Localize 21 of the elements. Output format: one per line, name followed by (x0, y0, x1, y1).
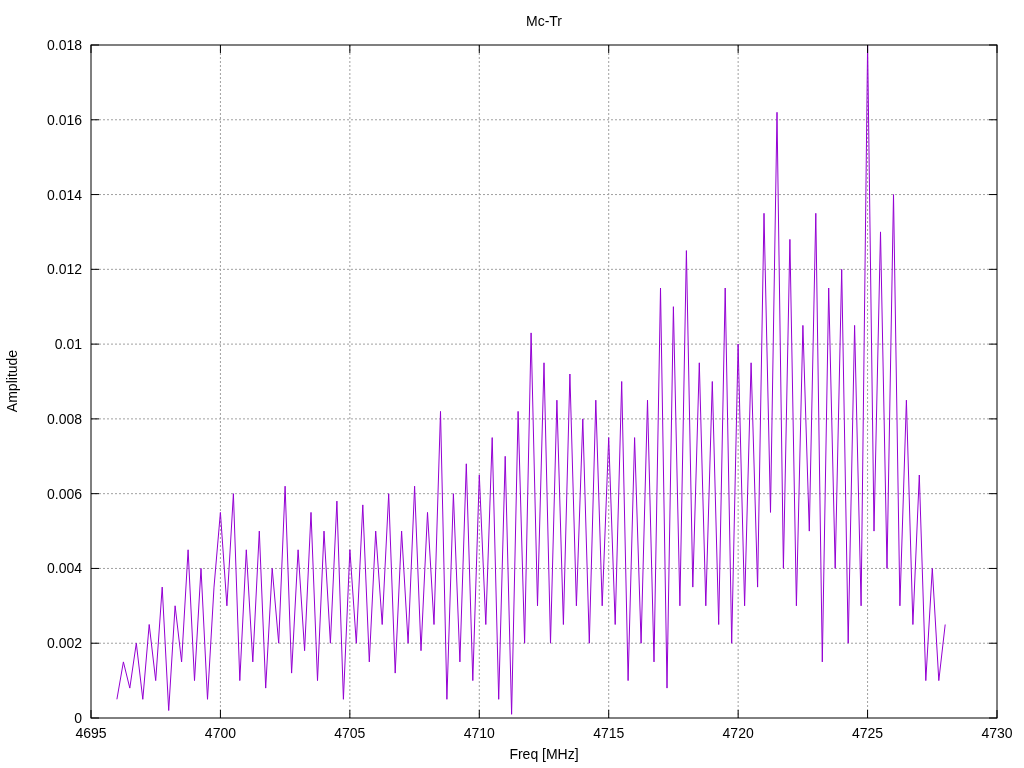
tick-label: 4715 (593, 725, 625, 741)
tick-label: 0 (74, 710, 82, 726)
tick-label: 4720 (722, 725, 754, 741)
tick-label: 0.014 (46, 186, 82, 203)
tick-label: 4730 (981, 725, 1013, 741)
chart-title: Mc-Tr (526, 13, 562, 29)
tick-label: 4705 (334, 725, 366, 741)
tick-label: 0.002 (46, 635, 82, 652)
tick-label: 4700 (204, 725, 236, 741)
tick-label: 0.01 (54, 336, 82, 353)
axis-label: Freq [MHz] (509, 746, 579, 762)
tick-label: 0.006 (46, 485, 82, 502)
tick-label: 4725 (852, 725, 884, 741)
tick-label: 4695 (75, 725, 107, 741)
tick-label: 0.018 (46, 37, 82, 53)
tick-label: 0.016 (46, 111, 82, 128)
tick-label: 0.012 (46, 261, 82, 278)
axis-label: Amplitude (4, 349, 20, 413)
tick-label: 0.004 (46, 560, 82, 577)
tick-label: 0.008 (46, 410, 82, 427)
tick-label: 4710 (463, 725, 495, 741)
